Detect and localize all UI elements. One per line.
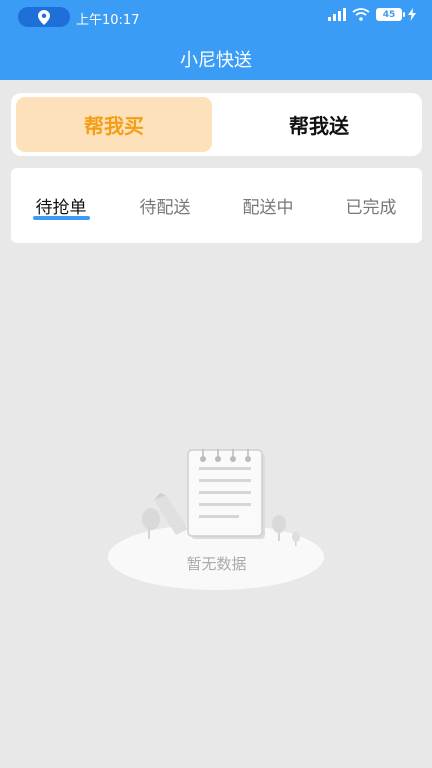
wifi-icon bbox=[352, 8, 370, 21]
location-icon bbox=[38, 9, 50, 25]
charging-icon bbox=[408, 8, 416, 21]
battery-icon: 45 bbox=[376, 8, 405, 21]
mode-switch: 帮我买 帮我送 bbox=[11, 93, 422, 156]
tab-in-delivery[interactable]: 配送中 bbox=[228, 193, 308, 218]
empty-message: 暂无数据 bbox=[186, 555, 247, 573]
battery-level: 45 bbox=[382, 9, 396, 20]
active-tab-indicator bbox=[33, 216, 90, 220]
send-for-me-button[interactable]: 帮我送 bbox=[221, 97, 417, 152]
status-bar: 上午10:17 45 bbox=[0, 0, 432, 34]
location-pill[interactable] bbox=[18, 7, 70, 27]
tab-completed[interactable]: 已完成 bbox=[331, 193, 411, 218]
order-status-tabs: 待抢单 待配送 配送中 已完成 bbox=[11, 168, 422, 243]
tab-pending-grab[interactable]: 待抢单 bbox=[21, 193, 101, 218]
system-icons: 45 bbox=[328, 8, 416, 21]
app-header: 上午10:17 45 小尼快送 bbox=[0, 0, 432, 80]
buy-for-me-button[interactable]: 帮我买 bbox=[16, 97, 212, 152]
signal-icon bbox=[328, 8, 346, 21]
page-title: 小尼快送 bbox=[180, 50, 252, 71]
empty-state: 暂无数据 bbox=[108, 445, 325, 595]
status-time: 上午10:17 bbox=[76, 13, 140, 28]
tab-pending-delivery[interactable]: 待配送 bbox=[125, 193, 205, 218]
